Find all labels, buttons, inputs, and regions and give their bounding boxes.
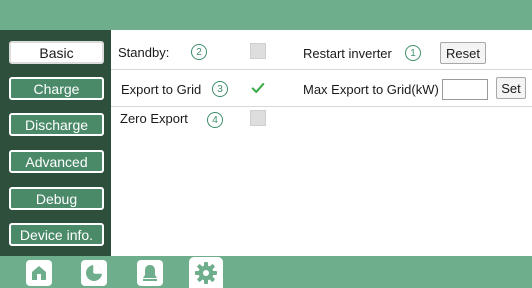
standby-checkbox[interactable] — [250, 43, 266, 59]
export-to-grid-checkbox[interactable] — [250, 80, 266, 96]
top-bar — [0, 0, 532, 30]
standby-marker: 2 — [191, 44, 207, 60]
sidebar-item-basic[interactable]: Basic — [9, 41, 104, 64]
max-export-input[interactable] — [442, 79, 488, 100]
reset-button[interactable]: Reset — [440, 42, 486, 64]
set-button[interactable]: Set — [496, 77, 526, 99]
tab-alarms[interactable] — [137, 260, 163, 286]
export-to-grid-marker: 3 — [212, 81, 228, 97]
sidebar-item-discharge[interactable]: Discharge — [9, 113, 104, 136]
pie-chart-icon — [86, 265, 102, 281]
sidebar-item-device-info[interactable]: Device info. — [9, 223, 104, 246]
sidebar-item-advanced[interactable]: Advanced — [9, 150, 104, 173]
max-export-label: Max Export to Grid(kW) — [303, 82, 439, 97]
tab-settings[interactable] — [189, 257, 223, 288]
zero-export-marker: 4 — [207, 112, 223, 128]
restart-inverter-label: Restart inverter — [303, 46, 392, 61]
bottom-nav — [0, 256, 532, 288]
checkmark-icon — [251, 83, 265, 93]
gear-icon — [195, 261, 217, 284]
home-icon — [32, 266, 46, 280]
zero-export-checkbox[interactable] — [250, 110, 266, 126]
restart-marker: 1 — [405, 45, 421, 61]
sidebar-item-debug[interactable]: Debug — [9, 187, 104, 210]
tab-statistics[interactable] — [81, 260, 107, 286]
bell-icon — [143, 265, 157, 281]
export-to-grid-label: Export to Grid — [121, 82, 202, 97]
zero-export-label: Zero Export — [120, 111, 188, 126]
sidebar: Basic Charge Discharge Advanced Debug De… — [0, 30, 111, 256]
sidebar-item-charge[interactable]: Charge — [9, 77, 104, 100]
standby-label: Standby: — [118, 45, 170, 60]
tab-home[interactable] — [26, 260, 52, 286]
